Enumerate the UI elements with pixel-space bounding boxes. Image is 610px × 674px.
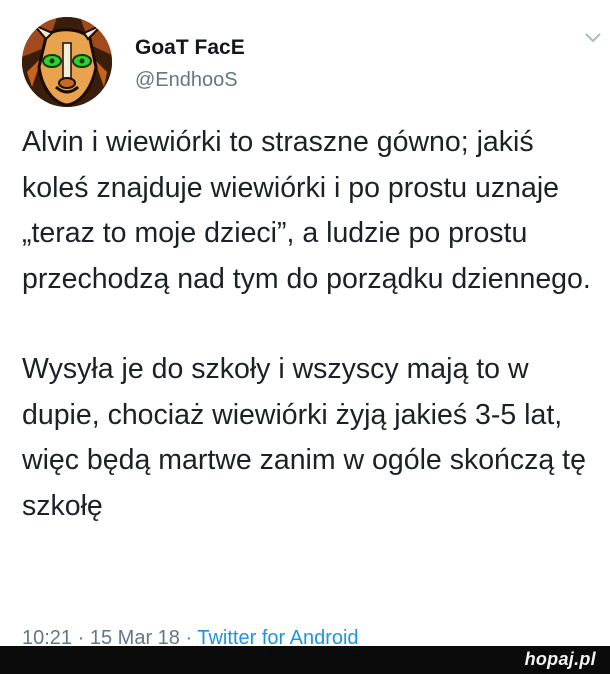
chevron-down-icon [585,33,601,43]
tweet-paragraph: Wysyła je do szkoły i wszyscy mają to w … [22,353,586,522]
brand-watermark: hopaj.pl [524,649,596,669]
tweet-date[interactable]: 15 Mar 18 [90,627,180,646]
meta-separator: · [77,627,85,646]
tweet-client-link[interactable]: Twitter for Android [197,627,358,646]
tweet-time[interactable]: 10:21 [22,627,72,646]
tweet-paragraph: Alvin i wiewiórki to straszne gówno; jak… [22,126,591,295]
tweet-menu-button[interactable] [584,31,602,43]
meta-separator: · [185,627,193,646]
tweet-metadata: 10:21 · 15 Mar 18 · Twitter for Android [22,627,359,646]
user-handle[interactable]: @EndhooS [135,69,238,92]
tweet-card: GoaT FacE @EndhooS Alvin i wiewiórki to … [0,0,610,646]
tweet-text: Alvin i wiewiórki to straszne gówno; jak… [22,120,597,529]
watermark-bar: hopaj.pl [0,646,610,674]
goat-face-avatar-icon [22,17,112,107]
display-name[interactable]: GoaT FacE [135,36,245,60]
avatar[interactable] [22,17,112,107]
